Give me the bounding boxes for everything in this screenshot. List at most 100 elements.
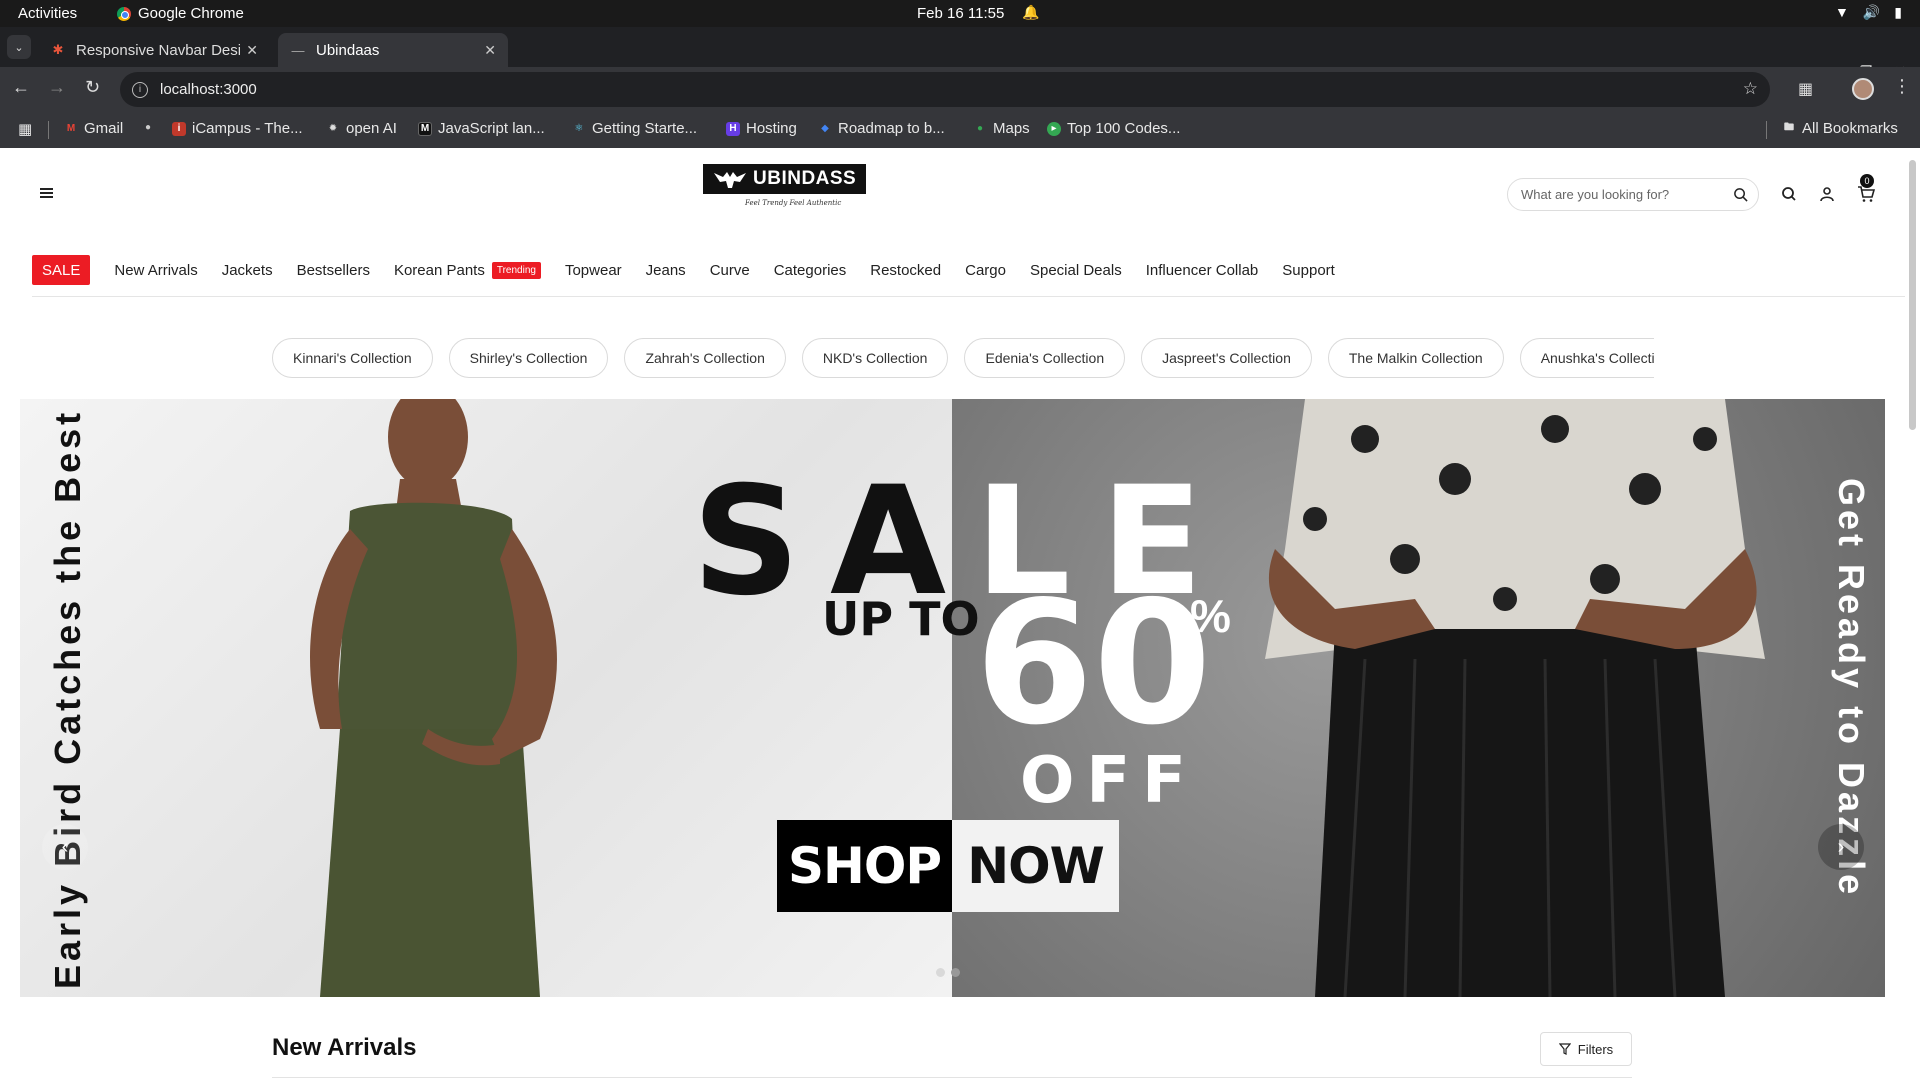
bookmark-maps[interactable]: ● Maps [973,120,1030,137]
collection-pill-zahrah[interactable]: Zahrah's Collection [624,338,786,378]
collection-pill-edenia[interactable]: Edenia's Collection [964,338,1126,378]
url-text: localhost:3000 [160,81,257,98]
roadmap-icon: ◆ [821,123,829,134]
mdn-icon: M [418,121,432,136]
hostinger-icon: H [726,121,740,136]
collection-pill-shirley[interactable]: Shirley's Collection [448,338,609,378]
carousel-dot-active[interactable] [951,968,960,977]
shop-now-button-left[interactable]: SHOP [777,820,952,912]
activities-button[interactable]: Activities [18,5,77,22]
search-input[interactable] [1521,187,1733,202]
logo-tagline: Feel Trendy Feel Authentic [745,199,842,207]
hero-banner-carousel[interactable]: Early Bird Catches the Best D Get Ready … [20,399,1885,997]
address-bar[interactable]: i localhost:3000 ☆ [120,72,1770,107]
carousel-prev-chevron-icon[interactable]: ‹ [42,824,88,870]
page-scrollbar[interactable] [1905,148,1920,1080]
discount-number: 60 [975,565,1212,763]
asterisk-favicon-icon: ✱ [52,42,64,57]
nav-curve[interactable]: Curve [710,262,750,279]
react-icon: ⚛ [574,123,584,134]
scrollbar-thumb[interactable] [1909,160,1916,430]
nav-bestsellers[interactable]: Bestsellers [297,262,370,279]
model-green-outfit-image [310,399,557,997]
globe-icon: ● [144,121,152,133]
eagle-logo-icon [714,172,746,188]
nav-cargo[interactable]: Cargo [965,262,1006,279]
user-account-icon[interactable] [1818,185,1836,203]
clock[interactable]: Feb 16 11:55 [917,5,1004,22]
nav-support[interactable]: Support [1282,262,1335,279]
carousel-next-chevron-icon[interactable]: › [1818,824,1864,870]
chrome-menu-icon[interactable]: ⋮ [1893,76,1911,97]
collection-pill-anushka[interactable]: Anushka's Collection [1519,338,1654,378]
search-icon[interactable] [1733,187,1748,202]
nav-korean-pants[interactable]: Korean Pants Trending [393,261,541,279]
web-page: UBINDASS Feel Trendy Feel Authentic 0 SA… [0,148,1905,1080]
close-tab-icon[interactable]: ✕ [484,42,496,59]
site-info-icon[interactable]: i [132,81,148,98]
apps-grid-icon[interactable]: ▦ [18,120,32,138]
nav-divider [32,296,1905,297]
tab-search-button[interactable]: ⌄ [7,35,31,59]
system-tray[interactable]: ▼ 🔊 ▮ [1835,4,1902,21]
bookmark-javascript[interactable]: M JavaScript lan... [418,120,545,137]
profile-avatar[interactable] [1852,78,1874,100]
tab-title: Ubindaas [316,41,380,59]
collection-pill-malkin[interactable]: The Malkin Collection [1327,338,1504,378]
hamburger-menu-icon[interactable] [40,188,53,200]
section-title-new-arrivals: New Arrivals [272,1034,417,1061]
nav-jeans[interactable]: Jeans [646,262,686,279]
filters-label: Filters [1577,1041,1614,1057]
bookmark-roadmap[interactable]: ◆ Roadmap to b... [818,120,945,137]
nav-topwear[interactable]: Topwear [565,262,622,279]
bookmark-getting-started[interactable]: ⚛ Getting Starte... [572,120,698,137]
carousel-dot[interactable] [936,968,945,977]
bookmarks-bar: ▦ M Gmail ● i iCampus - The... ✹ open AI MJ… [0,112,1920,148]
filters-button[interactable]: Filters [1540,1032,1632,1066]
nav-new-arrivals[interactable]: New Arrivals [114,262,197,279]
app-name: Google Chrome [138,5,244,22]
collection-pill-jaspreet[interactable]: Jaspreet's Collection [1141,338,1312,378]
chrome-icon [117,6,131,21]
bookmark-hosting[interactable]: H Hosting [726,120,797,137]
wifi-icon: ▼ [1834,4,1849,20]
bookmark-globe[interactable]: ● [141,120,155,134]
section-divider [272,1077,1632,1078]
nav-jackets[interactable]: Jackets [222,262,273,279]
bookmark-gmail[interactable]: M Gmail [64,120,123,137]
close-tab-icon[interactable]: ✕ [246,42,258,59]
chrome-tab-strip: ⌄ ✱ Responsive Navbar Desi ✕ — Ubindaas … [0,27,1920,86]
nav-influencer-collab[interactable]: Influencer Collab [1146,262,1259,279]
site-logo[interactable]: UBINDASS [703,164,866,194]
nav-categories[interactable]: Categories [774,262,847,279]
tab-ubindaas[interactable]: — Ubindaas ✕ [278,33,508,67]
search-icon[interactable] [1780,185,1798,203]
carousel-dots [936,968,960,977]
nav-sale[interactable]: SALE [32,255,91,285]
bookmarks-separator [48,121,49,139]
nav-korean-pants-label: Korean Pants [393,261,485,279]
all-bookmarks-folder[interactable]: 🖿 All Bookmarks [1782,120,1898,137]
cart-count-badge: 0 [1860,174,1874,188]
bookmark-openai[interactable]: ✹ open AI [326,120,397,137]
system-top-bar: Activities Google Chrome Feb 16 11:55 🔔 … [0,0,1920,27]
bookmark-top-codes[interactable]: ▸ Top 100 Codes... [1047,120,1180,137]
shop-now-button-right[interactable]: NOW [952,820,1119,912]
tab-responsive-navbar[interactable]: ✱ Responsive Navbar Desi ✕ [38,33,270,67]
forward-arrow-icon[interactable]: → [48,77,66,98]
collection-pill-kinnari[interactable]: Kinnari's Collection [272,338,433,378]
bookmark-star-icon[interactable]: ☆ [1743,79,1758,99]
extensions-puzzle-icon[interactable]: ▦ [1798,79,1813,99]
site-search-box[interactable] [1507,178,1759,211]
nav-special-deals[interactable]: Special Deals [1030,262,1122,279]
reload-icon[interactable]: ↻ [85,77,100,98]
back-arrow-icon[interactable]: ← [12,77,30,98]
codes-icon: ▸ [1047,121,1061,136]
dash-favicon-icon: — [291,42,305,58]
app-menu[interactable]: Google Chrome [117,5,244,22]
bookmark-icampus[interactable]: i iCampus - The... [172,120,303,137]
nav-restocked[interactable]: Restocked [870,262,941,279]
up-to-text: UP TO [822,592,980,646]
battery-icon: ▮ [1894,4,1902,20]
collection-pill-nkd[interactable]: NKD's Collection [801,338,949,378]
